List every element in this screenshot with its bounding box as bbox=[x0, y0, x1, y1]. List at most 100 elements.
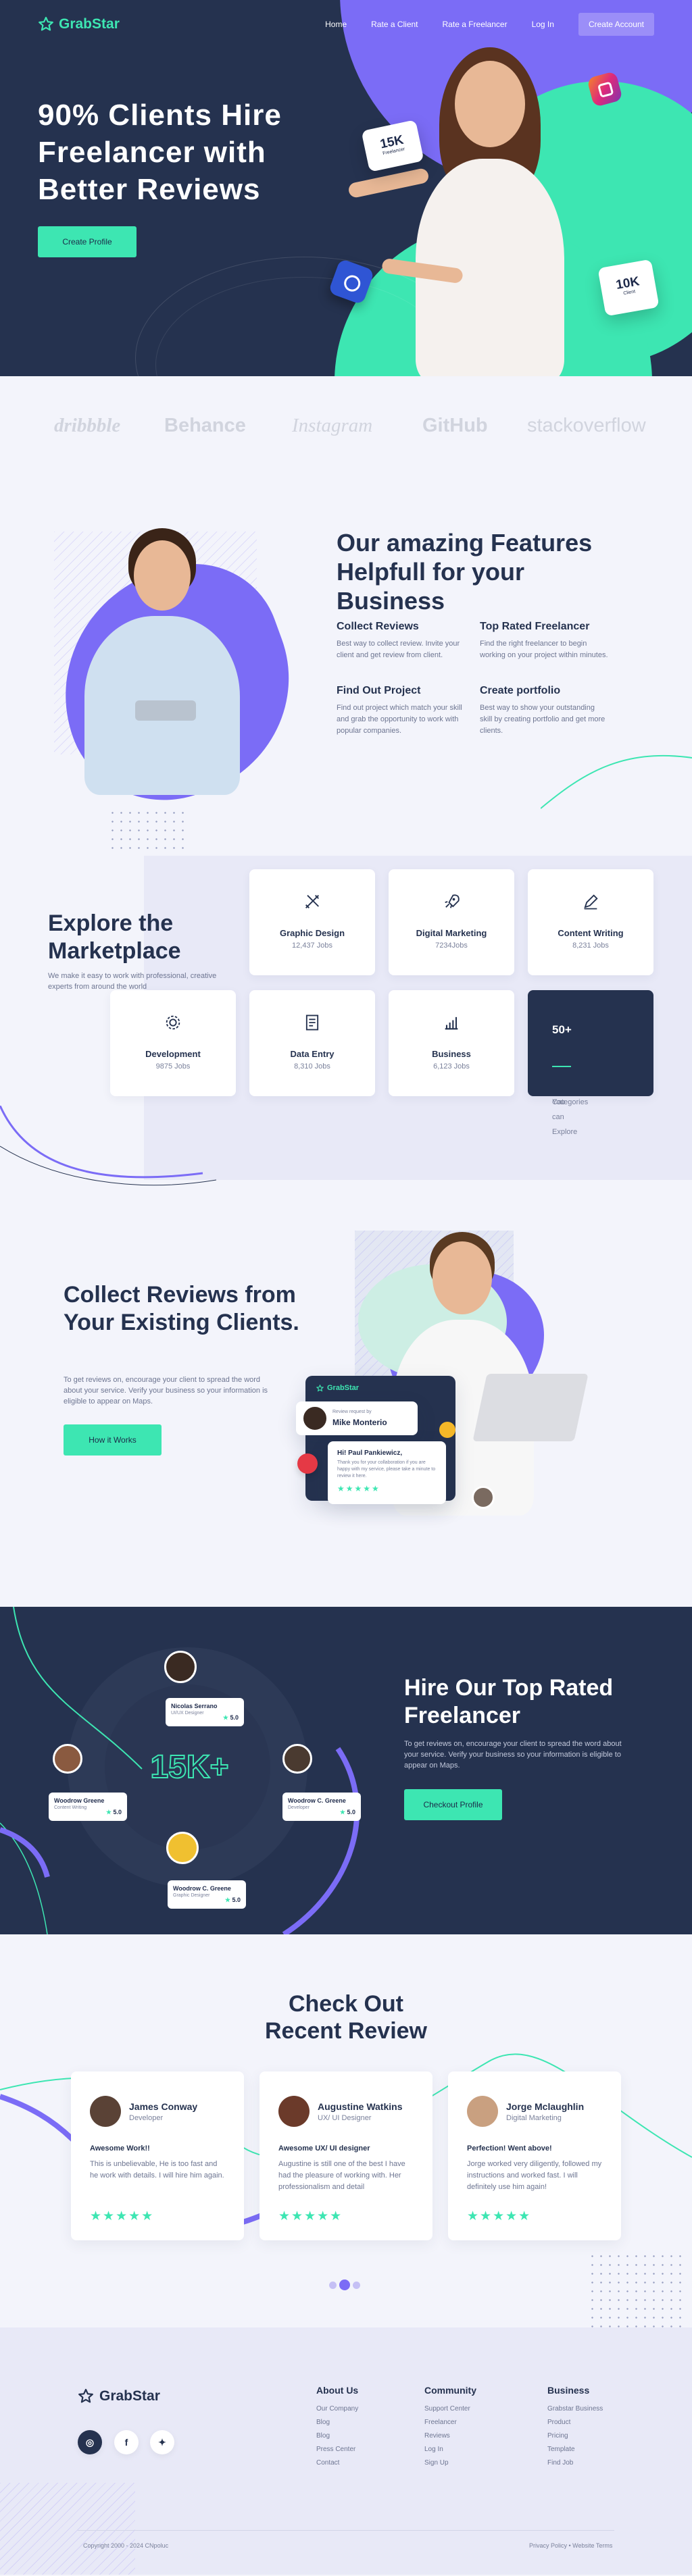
footer-link[interactable]: Blog bbox=[316, 2429, 358, 2443]
message-text: Thank you for your collaboration if you … bbox=[337, 1460, 436, 1478]
footer-link[interactable]: Grabstar Business bbox=[547, 2402, 603, 2416]
freelancer-rating: ★ 5.0 bbox=[222, 1714, 239, 1721]
github-logo: GitHub bbox=[422, 415, 488, 436]
review-request-label: Review request by bbox=[332, 1410, 372, 1414]
review-text: Augustine is still one of the best I hav… bbox=[278, 2160, 405, 2191]
how-it-works-button[interactable]: How it Works bbox=[64, 1424, 162, 1456]
recent-reviews-section: Check Out Recent Review James Conway Deve… bbox=[0, 1934, 692, 2327]
create-account-button[interactable]: Create Account bbox=[578, 13, 654, 36]
review-message-card: Hi! Paul Pankiewicz, Thank you for your … bbox=[328, 1441, 446, 1504]
footer-logo-text: GrabStar bbox=[99, 2388, 160, 2404]
footer-link[interactable]: Log In bbox=[424, 2443, 476, 2456]
nav-login-link[interactable]: Log In bbox=[532, 20, 554, 29]
carousel-dot-active[interactable] bbox=[339, 2279, 350, 2290]
star-logo-icon bbox=[316, 1384, 324, 1391]
facebook-icon[interactable]: f bbox=[114, 2430, 139, 2454]
footer-link[interactable]: Support Center bbox=[424, 2402, 476, 2416]
freelancer-name: Woodrow C. Greene bbox=[173, 1885, 231, 1892]
footer-column-community: Community Support Center Freelancer Revi… bbox=[424, 2385, 476, 2470]
nav-rate-client-link[interactable]: Rate a Client bbox=[371, 20, 418, 29]
footer-logo[interactable]: GrabStar bbox=[78, 2388, 160, 2404]
review-headline: Awesome Work!! bbox=[90, 2144, 150, 2153]
review-card: Jorge Mclaughlin Digital Marketing Perfec… bbox=[448, 2071, 621, 2240]
footer-link[interactable]: Template bbox=[547, 2443, 603, 2456]
footer-link[interactable]: Freelancer bbox=[424, 2416, 476, 2429]
carousel-dot[interactable] bbox=[353, 2282, 360, 2289]
review-text: This is unbelievable, He is too fast and… bbox=[90, 2160, 224, 2180]
red-dot-icon bbox=[297, 1453, 318, 1474]
category-jobs: 7234Jobs bbox=[435, 942, 468, 950]
collect-reviews-section: Collect Reviews from Your Existing Clien… bbox=[0, 1231, 692, 1607]
gear-icon bbox=[166, 1015, 180, 1030]
message-greeting: Hi! Paul Pankiewicz, bbox=[337, 1449, 403, 1457]
reviewer-name: Augustine Watkins bbox=[318, 2101, 403, 2112]
category-business[interactable]: Business 6,123 Jobs bbox=[389, 990, 514, 1096]
explore-more-categories-card[interactable]: 50+ Categories You can Explore bbox=[528, 990, 653, 1136]
footer-link[interactable]: Sign Up bbox=[424, 2456, 476, 2470]
marketplace-title: Explore the Marketplace bbox=[48, 910, 181, 964]
twitter-icon[interactable]: ✦ bbox=[150, 2430, 174, 2454]
category-jobs: 12,437 Jobs bbox=[292, 942, 332, 950]
feature-text: Find the right freelancer to begin worki… bbox=[480, 640, 608, 659]
footer-link[interactable]: Our Company bbox=[316, 2402, 358, 2416]
instagram-icon[interactable]: ◎ bbox=[78, 2430, 102, 2454]
client-count-badge: 10K Client bbox=[597, 259, 660, 317]
reviewer-name: James Conway bbox=[129, 2101, 198, 2112]
feature-title: Top Rated Freelancer bbox=[480, 621, 590, 632]
category-content-writing[interactable]: Content Writing 8,231 Jobs bbox=[528, 869, 653, 975]
hero-title: 90% Clients Hire Freelancer with Better … bbox=[38, 99, 282, 206]
collect-reviews-subtitle: To get reviews on, encourage your client… bbox=[64, 1376, 268, 1406]
star-logo-icon bbox=[78, 2388, 93, 2403]
avatar bbox=[90, 2096, 121, 2127]
category-name: Data Entry bbox=[290, 1049, 335, 1059]
nav-rate-freelancer-link[interactable]: Rate a Freelancer bbox=[443, 20, 508, 29]
footer-link[interactable]: Blog bbox=[316, 2416, 358, 2429]
decorative-line-pattern bbox=[0, 2483, 135, 2575]
feature-collect-reviews: Collect Reviews Best way to collect revi… bbox=[337, 621, 465, 661]
rocket-icon bbox=[445, 894, 460, 908]
footer-column-title: Business bbox=[547, 2385, 590, 2396]
hero-section: GrabStar Home Rate a Client Rate a Freel… bbox=[0, 0, 692, 376]
decorative-curve bbox=[0, 1106, 216, 1186]
footer-column-title: Community bbox=[424, 2385, 476, 2396]
hero-woman-image bbox=[347, 47, 618, 376]
footer-link[interactable]: Find Job bbox=[547, 2456, 603, 2470]
carousel-dot[interactable] bbox=[329, 2282, 337, 2289]
footer-divider bbox=[78, 2530, 614, 2531]
category-data-entry[interactable]: Data Entry 8,310 Jobs bbox=[249, 990, 375, 1096]
category-graphic-design[interactable]: Graphic Design 12,437 Jobs bbox=[249, 869, 375, 975]
logo[interactable]: GrabStar bbox=[38, 16, 120, 32]
review-headline: Awesome UX/ UI designer bbox=[278, 2144, 370, 2153]
legal-links[interactable]: Privacy Policy • Website Terms bbox=[529, 2542, 612, 2549]
recent-reviews-title: Check Out Recent Review bbox=[265, 1991, 427, 2044]
freelancer-name: Woodrow C. Greene bbox=[288, 1797, 346, 1804]
create-profile-button[interactable]: Create Profile bbox=[38, 226, 137, 257]
footer-link[interactable]: Reviews bbox=[424, 2429, 476, 2443]
yellow-dot-icon bbox=[439, 1422, 455, 1438]
avatar bbox=[301, 1405, 328, 1432]
category-jobs: 9875 Jobs bbox=[155, 1062, 191, 1071]
freelancer-card[interactable]: Woodrow Greene Content Writing ★ 5.0 bbox=[49, 1793, 127, 1821]
freelancer-rating: ★ 5.0 bbox=[224, 1897, 241, 1903]
footer-link[interactable]: Product bbox=[547, 2416, 603, 2429]
feature-title: Create portfolio bbox=[480, 685, 561, 696]
category-digital-marketing[interactable]: Digital Marketing 7234Jobs bbox=[389, 869, 514, 975]
nav-home-link[interactable]: Home bbox=[325, 20, 347, 29]
category-development[interactable]: Development 9875 Jobs bbox=[110, 990, 236, 1096]
top-nav: GrabStar Home Rate a Client Rate a Freel… bbox=[38, 12, 654, 36]
footer-link[interactable]: Contact bbox=[316, 2456, 358, 2470]
freelancer-name: Nicolas Serrano bbox=[171, 1703, 218, 1709]
reviewer-role: UX/ UI Designer bbox=[318, 2113, 372, 2122]
man-with-tablet-image bbox=[68, 528, 243, 795]
category-name: Business bbox=[432, 1049, 471, 1059]
logo-text: GrabStar bbox=[59, 16, 120, 32]
footer-column-business: Business Grabstar Business Product Prici… bbox=[547, 2385, 603, 2470]
checkout-profile-button[interactable]: Checkout Profile bbox=[404, 1789, 502, 1820]
footer-link[interactable]: Pricing bbox=[547, 2429, 603, 2443]
features-section: Our amazing Features Helpfull for your B… bbox=[0, 464, 692, 856]
footer: GrabStar ◎ f ✦ About Us Our Company Blog… bbox=[0, 2327, 692, 2575]
freelancer-card[interactable]: Woodrow C. Greene Developer ★ 5.0 bbox=[282, 1793, 361, 1821]
freelancer-card[interactable]: Nicolas Serrano UI/UX Designer ★ 5.0 bbox=[166, 1698, 244, 1726]
freelancer-card[interactable]: Woodrow C. Greene Graphic Designer ★ 5.0 bbox=[168, 1880, 246, 1909]
footer-link[interactable]: Press Center bbox=[316, 2443, 358, 2456]
